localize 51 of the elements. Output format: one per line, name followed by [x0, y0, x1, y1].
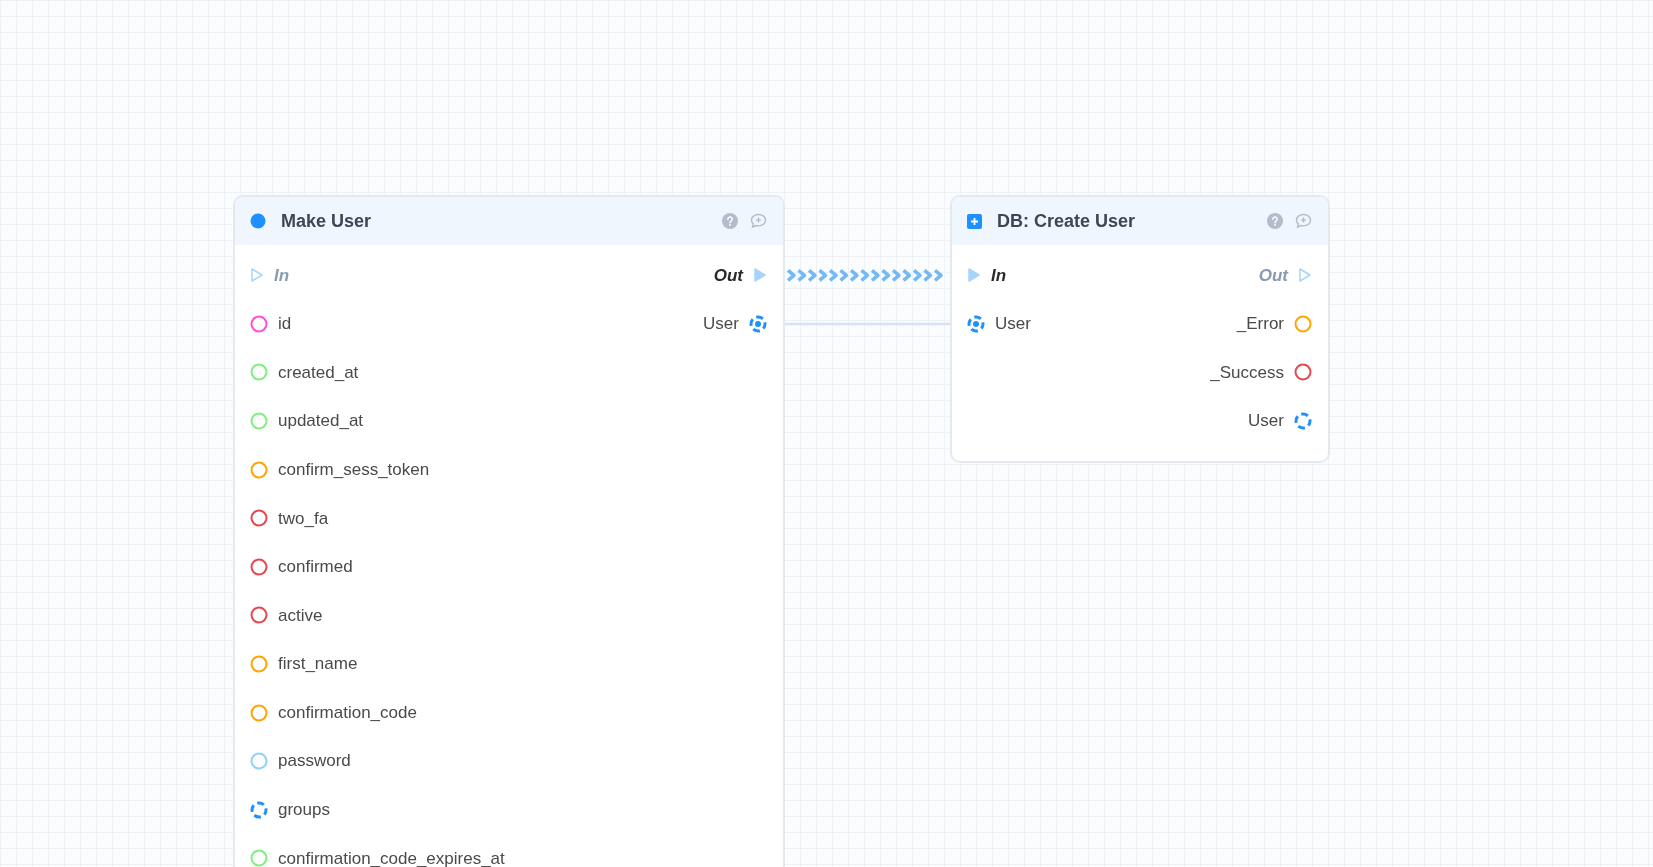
pin-label: two_fa: [278, 507, 329, 530]
exec-pin-icon[interactable]: [250, 267, 264, 284]
struct-pin-icon[interactable]: [1294, 412, 1312, 431]
data-pin-icon[interactable]: [1294, 314, 1312, 333]
exec-pin-icon[interactable]: [753, 267, 767, 284]
data-pin-icon[interactable]: [250, 557, 268, 576]
help-icon[interactable]: [722, 213, 738, 229]
pin-label: updated_at: [278, 410, 364, 433]
comment-add-icon[interactable]: [750, 213, 767, 229]
plus-square-icon: [967, 213, 982, 229]
pin-label: id: [278, 313, 292, 336]
pin-label: confirmation_code: [278, 701, 417, 724]
data-pin-icon[interactable]: [250, 703, 268, 722]
data-pin-icon[interactable]: [250, 314, 268, 333]
pin-label: confirmation_code_expires_at: [278, 847, 505, 867]
pin-label: _Success: [1210, 361, 1284, 384]
data-pin-icon[interactable]: [250, 752, 268, 771]
pin-label: User: [995, 313, 1031, 336]
pin-label: _Error: [1236, 313, 1284, 336]
data-pin-icon[interactable]: [1294, 363, 1312, 382]
data-pin-icon[interactable]: [250, 655, 268, 674]
pin-label: Out: [1258, 264, 1288, 287]
node-title: Make User: [281, 209, 373, 233]
struct-pin-icon[interactable]: [250, 800, 268, 819]
help-icon[interactable]: [1267, 213, 1283, 229]
pin-label: In: [274, 264, 290, 287]
exec-pin-icon[interactable]: [1298, 267, 1312, 284]
data-pin-icon[interactable]: [250, 606, 268, 625]
node-card[interactable]: Make User In Out id User created_at updated_at confirm_sess_token two_fa confirmed active first_name confirmation_code password groups confirmation_code_expires_at: [233, 195, 785, 867]
dot-icon: [250, 213, 266, 229]
exec-pin-icon[interactable]: [967, 267, 981, 284]
comment-add-icon[interactable]: [1295, 213, 1312, 229]
struct-pin-icon[interactable]: [967, 314, 985, 333]
pin-label: confirmed: [278, 556, 353, 579]
pin-label: created_at: [278, 361, 359, 384]
data-pin-icon[interactable]: [250, 460, 268, 479]
pin-label: Out: [713, 264, 743, 287]
node-header[interactable]: DB: Create User: [952, 197, 1328, 245]
node-title: DB: Create User: [997, 209, 1137, 233]
pin-label: In: [991, 264, 1007, 287]
pin-label: User: [1248, 410, 1284, 433]
struct-pin-icon[interactable]: [749, 314, 767, 333]
pin-label: password: [278, 750, 351, 773]
pin-label: User: [703, 313, 739, 336]
pin-label: active: [278, 604, 323, 627]
data-pin-icon[interactable]: [250, 509, 268, 528]
pin-label: first_name: [278, 653, 358, 676]
node-header[interactable]: Make User: [235, 197, 783, 245]
node-card[interactable]: DB: Create User In Out User _Error _Success User: [950, 195, 1330, 464]
pin-label: confirm_sess_token: [278, 458, 430, 481]
pin-label: groups: [278, 799, 330, 822]
